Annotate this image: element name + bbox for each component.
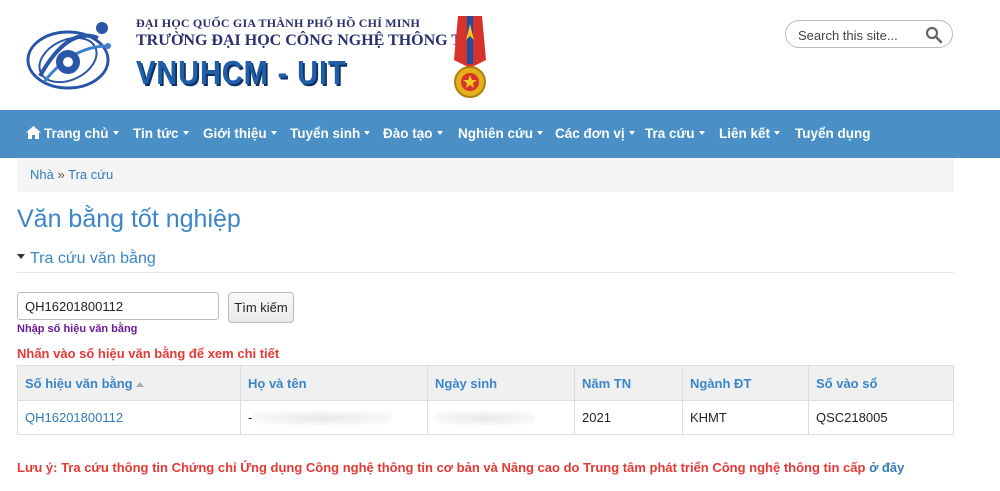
header-label: Năm TN (582, 375, 632, 391)
graduation-year-cell: 2021 (574, 400, 683, 435)
nav-item-tin-tuc[interactable]: Tin tức (133, 110, 189, 158)
chevron-down-icon (628, 131, 635, 136)
sort-asc-icon (135, 381, 144, 387)
nav-label: Liên kết (719, 126, 771, 141)
register-number-cell: QSC218005 (808, 400, 954, 435)
chevron-down-icon (270, 131, 277, 136)
note-text: Lưu ý: Tra cứu thông tin Chứng chỉ Ứng d… (17, 460, 904, 475)
nav-label: Các đơn vị (555, 126, 625, 141)
diploma-number-input[interactable] (17, 292, 219, 320)
university-logo[interactable] (22, 16, 114, 96)
breadcrumb-separator: » (57, 167, 65, 182)
instruction-text: Nhấn vào số hiệu văn bằng để xem chi tiế… (17, 346, 280, 361)
university-name: ĐẠI HỌC QUỐC GIA THÀNH PHỐ HỒ CHÍ MINH (136, 16, 421, 30)
nav-item-tra-cuu[interactable]: Tra cứu (645, 110, 705, 158)
nav-item-cac-don-vi[interactable]: Các đơn vị (555, 110, 635, 158)
section-title: Tra cứu văn bằng (30, 250, 156, 267)
redacted-area (252, 411, 393, 426)
search-icon[interactable] (925, 26, 943, 44)
divider (17, 272, 954, 273)
nav-label: Tuyển sinh (290, 126, 361, 141)
header-label: Họ và tên (248, 375, 307, 391)
nav-label: Giới thiệu (203, 126, 267, 141)
search-input[interactable] (798, 26, 918, 44)
column-header-graduation-year[interactable]: Năm TN (574, 365, 683, 401)
medal-icon (454, 16, 486, 98)
major-cell: KHMT (682, 400, 809, 435)
chevron-down-icon (182, 131, 189, 136)
site-header: ĐẠI HỌC QUỐC GIA THÀNH PHỐ HỒ CHÍ MINH T… (0, 0, 1000, 110)
site-brand: VNUHCM - UIT (136, 54, 347, 91)
section-toggle[interactable]: Tra cứu văn bằng (17, 250, 156, 268)
nav-item-trang-chu[interactable]: Trang chủ (26, 110, 119, 158)
header-label: Ngày sinh (435, 375, 498, 391)
full-name-cell: - (240, 400, 428, 435)
nav-label: Tin tức (133, 126, 179, 141)
note-body: Lưu ý: Tra cứu thông tin Chứng chỉ Ứng d… (17, 460, 866, 475)
chevron-down-icon (112, 131, 119, 136)
nav-item-tuyen-sinh[interactable]: Tuyển sinh (290, 110, 371, 158)
chevron-down-icon (774, 131, 781, 136)
nav-item-nghien-cuu[interactable]: Nghiên cứu (458, 110, 544, 158)
chevron-down-icon (436, 131, 443, 136)
caret-down-icon (17, 254, 25, 260)
header-label: Số hiệu văn bằng (25, 375, 133, 391)
results-table: Số hiệu văn bằng Họ và tên Ngày sinh Năm… (17, 365, 954, 435)
column-header-birth-date[interactable]: Ngày sinh (427, 365, 575, 401)
nav-item-dao-tao[interactable]: Đào tạo (383, 110, 443, 158)
chevron-down-icon (698, 131, 705, 136)
nav-label: Trang chủ (44, 126, 109, 141)
chevron-down-icon (537, 131, 544, 136)
breadcrumb-home[interactable]: Nhà (30, 167, 54, 182)
header-label: Ngành ĐT (690, 375, 752, 391)
breadcrumb: Nhà » Tra cứu (17, 158, 954, 192)
column-header-major[interactable]: Ngành ĐT (682, 365, 809, 401)
table-header-row: Số hiệu văn bằng Họ và tên Ngày sinh Năm… (17, 365, 954, 401)
column-header-register-number[interactable]: Số vào sổ (808, 365, 954, 401)
school-name: TRƯỜNG ĐẠI HỌC CÔNG NGHỆ THÔNG TIN (136, 32, 480, 49)
redacted-area (435, 411, 535, 426)
nav-item-gioi-thieu[interactable]: Giới thiệu (203, 110, 277, 158)
table-row: QH16201800112 - 2021 KHMT QSC218005 (17, 400, 954, 435)
column-header-diploma-number[interactable]: Số hiệu văn bằng (17, 365, 241, 401)
nav-label: Nghiên cứu (458, 126, 534, 141)
nav-item-tuyen-dung[interactable]: Tuyển dụng (795, 110, 871, 158)
nav-label: Tuyển dụng (795, 126, 871, 141)
breadcrumb-current[interactable]: Tra cứu (68, 167, 113, 182)
input-hint: Nhập số hiệu văn bằng (17, 323, 138, 335)
nav-label: Tra cứu (645, 126, 695, 141)
main-nav: Trang chủ Tin tức Giới thiệu Tuyển sinh … (0, 110, 1000, 158)
nav-item-lien-ket[interactable]: Liên kết (719, 110, 781, 158)
search-button[interactable]: Tìm kiếm (228, 292, 294, 323)
header-label: Số vào sổ (816, 375, 878, 391)
note-link[interactable]: ở đây (869, 460, 904, 475)
chevron-down-icon (364, 131, 371, 136)
page-title: Văn bằng tốt nghiệp (17, 205, 241, 233)
nav-label: Đào tạo (383, 126, 433, 141)
home-icon (26, 125, 41, 139)
diploma-number-link[interactable]: QH16201800112 (17, 400, 241, 435)
site-search[interactable] (785, 20, 953, 48)
birth-date-cell (427, 400, 575, 435)
column-header-full-name[interactable]: Họ và tên (240, 365, 428, 401)
